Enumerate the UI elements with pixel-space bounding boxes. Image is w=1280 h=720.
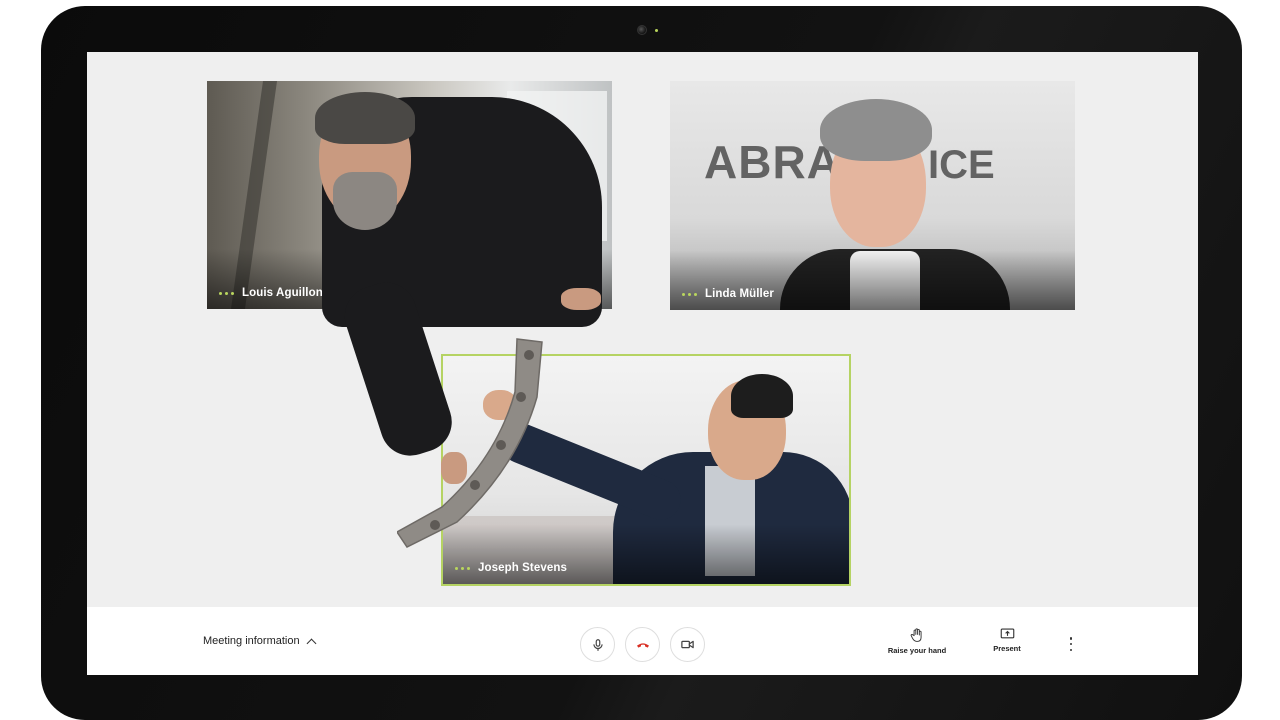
present-button[interactable]: Present	[987, 627, 1027, 653]
more-vertical-icon	[1069, 637, 1073, 640]
participant-name: Louis Aguillon	[242, 287, 323, 299]
background-sign-right: ICE	[928, 143, 995, 187]
more-options-button[interactable]	[1067, 637, 1075, 651]
audio-indicator-icon	[455, 566, 470, 570]
chevron-up-icon	[306, 638, 317, 648]
camera-button[interactable]	[670, 627, 705, 662]
louis-beard	[333, 172, 397, 230]
meeting-information-button[interactable]: Meeting information	[203, 635, 317, 648]
shared-prop-arc	[397, 338, 543, 548]
raise-hand-button[interactable]: Raise your hand	[887, 627, 947, 655]
camera-indicator-light	[655, 29, 658, 32]
meeting-information-label: Meeting information	[203, 635, 300, 647]
hang-up-button[interactable]	[625, 627, 660, 662]
audio-indicator-icon	[682, 292, 697, 296]
hang-up-icon	[636, 642, 649, 648]
louis-hand-rest	[561, 288, 601, 310]
video-call-screen: Louis Aguillon ABRA ICE Linda Müller Jos…	[87, 52, 1198, 675]
present-screen-icon	[1000, 628, 1014, 639]
background-sign-left: ABRA	[704, 136, 841, 188]
present-label: Present	[993, 644, 1021, 653]
louis-hair	[315, 92, 415, 144]
raise-hand-label: Raise your hand	[887, 646, 947, 655]
video-tile-linda[interactable]: ABRA ICE Linda Müller	[670, 81, 1075, 310]
microphone-icon	[592, 638, 603, 651]
camera-icon	[681, 640, 694, 649]
audio-indicator-icon	[219, 291, 234, 295]
front-camera	[637, 25, 647, 35]
participant-name-tag: Linda Müller	[682, 288, 774, 300]
participant-name: Joseph Stevens	[478, 562, 567, 574]
participant-hair	[820, 99, 932, 161]
microphone-button[interactable]	[580, 627, 615, 662]
participant-name-tag: Joseph Stevens	[455, 562, 567, 574]
participant-name-tag: Louis Aguillon	[219, 287, 323, 299]
participant-name: Linda Müller	[705, 288, 774, 300]
call-controls-bar: Meeting information Raise your hand Pres…	[87, 607, 1198, 675]
participant-hair	[731, 374, 793, 418]
tile-shade	[670, 250, 1075, 310]
hand-icon	[910, 628, 922, 642]
